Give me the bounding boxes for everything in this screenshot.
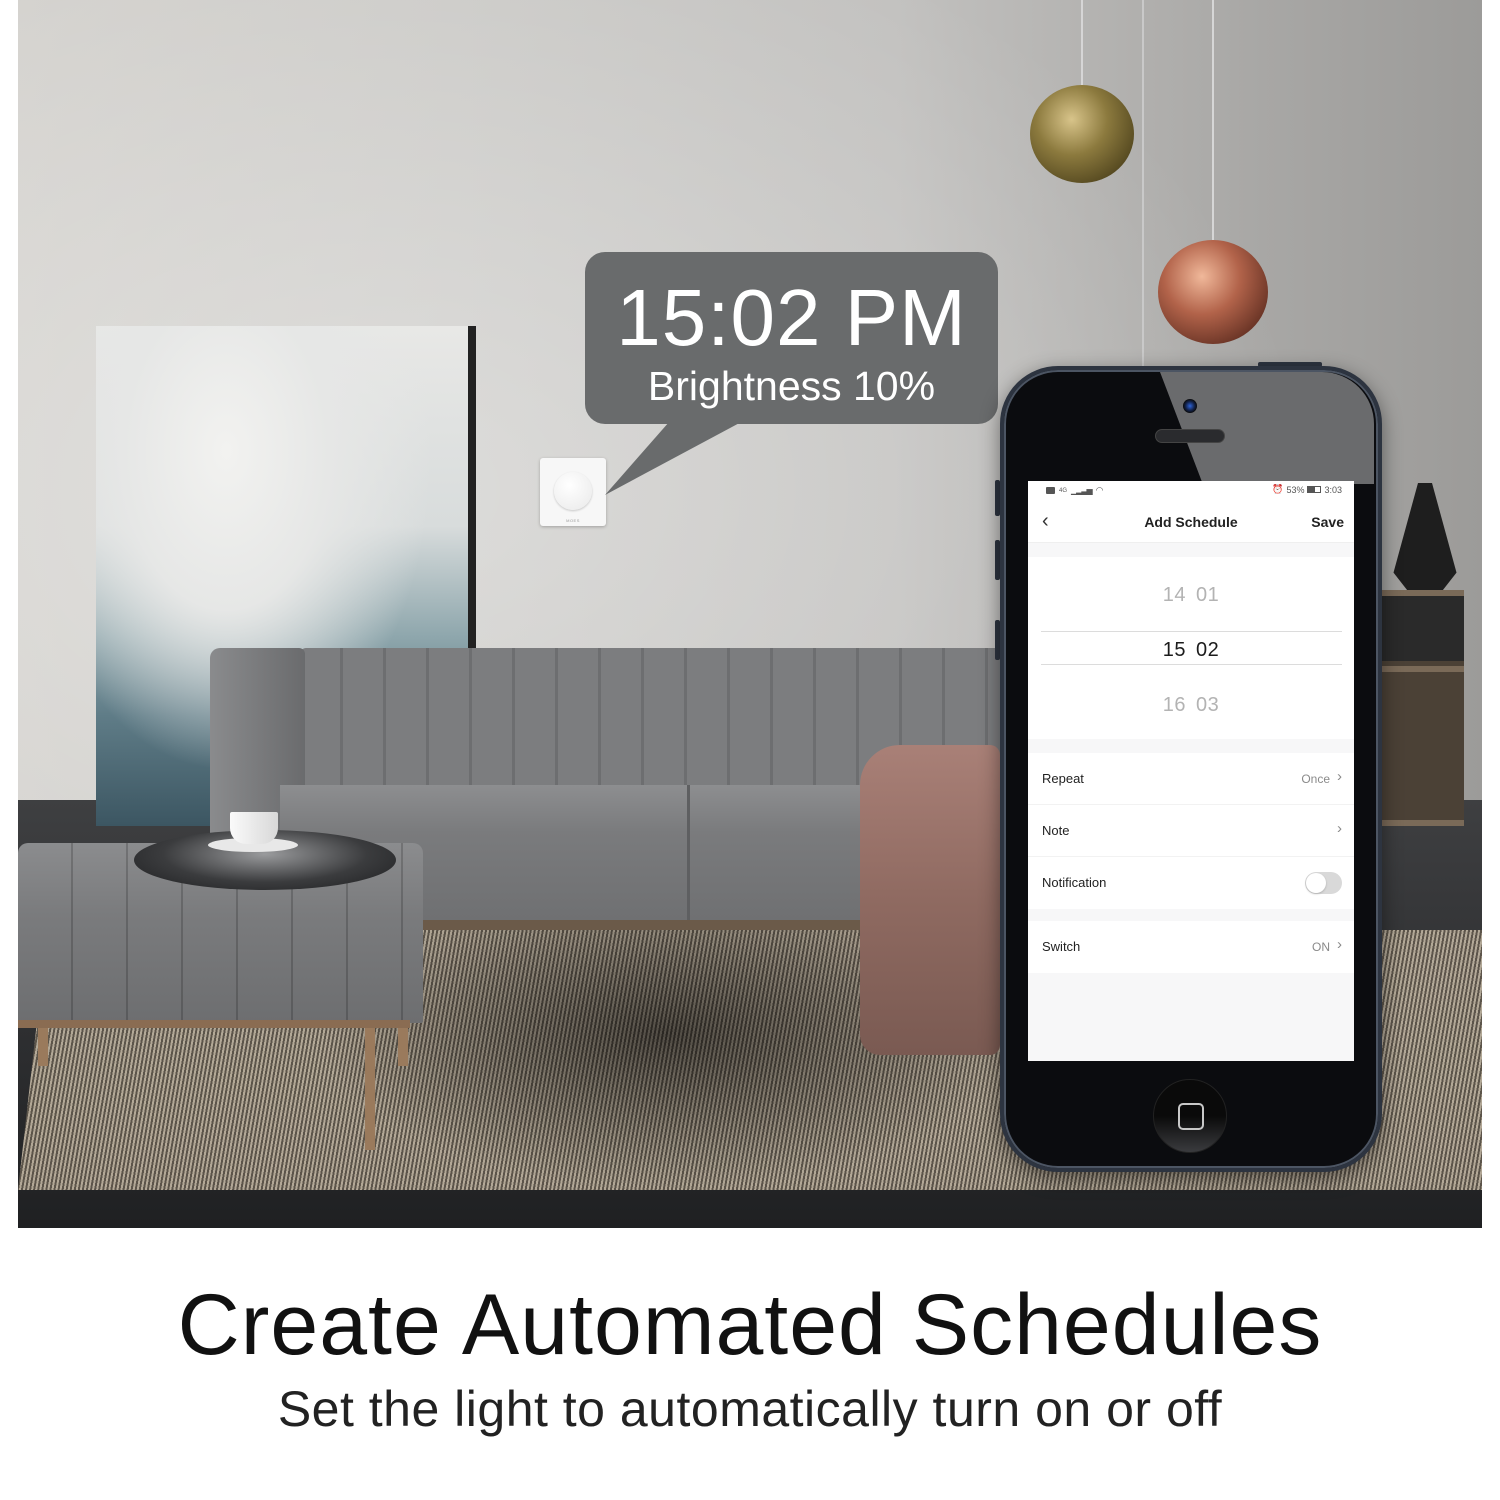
picker-selection-line xyxy=(1041,631,1342,632)
chevron-right-icon: › xyxy=(1337,936,1342,953)
status-left: 4G ▁▂▃▅ ◠ xyxy=(1046,485,1103,496)
minute-value: 03 xyxy=(1196,694,1220,716)
battery-fill xyxy=(1308,487,1315,492)
ottoman-frame xyxy=(18,1020,410,1028)
wall-dimmer-switch: MOES xyxy=(540,458,606,526)
note-label: Note xyxy=(1042,823,1070,838)
home-button[interactable] xyxy=(1153,1079,1227,1153)
speech-bubble: 15:02 PM Brightness 10% xyxy=(585,252,998,424)
hour-value: 14 xyxy=(1162,584,1186,606)
dimmer-knob xyxy=(554,472,592,510)
time-picker[interactable]: 14 01 15 02 16 03 xyxy=(1028,557,1354,739)
alarm-icon: ⏰ xyxy=(1272,484,1284,494)
coffee-cup xyxy=(230,812,278,844)
battery-icon xyxy=(1307,486,1322,493)
caption-title: Create Automated Schedules xyxy=(177,1277,1323,1373)
repeat-value: Once xyxy=(1301,772,1330,786)
repeat-label: Repeat xyxy=(1042,771,1084,786)
minute-value: 01 xyxy=(1196,584,1220,606)
copper-pendant-lamp xyxy=(1158,240,1268,344)
home-square-icon xyxy=(1178,1103,1204,1130)
lamp-cord xyxy=(1212,0,1214,242)
brightness-label: Brightness 10% xyxy=(647,363,936,409)
picker-row-previous[interactable]: 14 01 xyxy=(1028,584,1354,607)
dimmer-brand-label: MOES xyxy=(566,518,580,523)
caption-subtitle: Set the light to automatically turn on o… xyxy=(277,1381,1223,1437)
app-screen: 4G ▁▂▃▅ ◠ ⏰ 53% 3:03 ‹ Add Schedule Save… xyxy=(1028,481,1354,1061)
minute-value: 02 xyxy=(1196,639,1220,661)
gold-pendant-lamp xyxy=(1030,85,1134,183)
notification-row: Notification xyxy=(1028,857,1354,909)
chevron-right-icon: › xyxy=(1337,820,1342,837)
clock: 3:03 xyxy=(1324,484,1342,495)
schedule-options: Repeat Once › Note › Notification xyxy=(1028,753,1354,909)
status-bar: 4G ▁▂▃▅ ◠ ⏰ 53% 3:03 xyxy=(1028,481,1354,499)
battery-percent: 53% xyxy=(1286,484,1305,495)
notification-label: Notification xyxy=(1042,875,1107,890)
sofa-seat-divider xyxy=(687,785,690,920)
note-row[interactable]: Note › xyxy=(1028,805,1354,857)
hd-icon xyxy=(1046,487,1055,494)
switch-options: Switch ON › xyxy=(1028,921,1354,973)
earpiece-speaker xyxy=(1155,429,1225,443)
picker-selection-line xyxy=(1041,664,1342,665)
throw-blanket xyxy=(860,745,1000,1055)
ottoman-leg xyxy=(365,1028,375,1150)
lamp-cord xyxy=(1081,0,1083,88)
4g-signal-icon: 4G xyxy=(1059,487,1068,494)
ottoman-leg xyxy=(398,1028,408,1066)
hour-value: 15 xyxy=(1162,639,1186,661)
page-title: Add Schedule xyxy=(1144,514,1238,530)
nav-bar: ‹ Add Schedule Save xyxy=(1028,499,1354,543)
wifi-icon: ◠ xyxy=(1095,485,1104,495)
chevron-right-icon: › xyxy=(1337,768,1342,785)
switch-row[interactable]: Switch ON › xyxy=(1028,921,1354,973)
front-camera-icon xyxy=(1183,399,1197,413)
ottoman-leg xyxy=(38,1028,48,1066)
status-right: ⏰ 53% 3:03 xyxy=(1272,484,1342,495)
signal-bars-icon: ▁▂▃▅ xyxy=(1071,486,1093,495)
repeat-row[interactable]: Repeat Once › xyxy=(1028,753,1354,805)
picker-row-next[interactable]: 16 03 xyxy=(1028,694,1354,717)
schedule-time-label: 15:02 PM xyxy=(616,273,967,362)
hour-value: 16 xyxy=(1162,694,1186,716)
switch-label: Switch xyxy=(1042,939,1081,954)
picker-row-selected[interactable]: 15 02 xyxy=(1028,639,1354,662)
notification-toggle[interactable] xyxy=(1305,872,1342,894)
save-button[interactable]: Save xyxy=(1311,514,1344,530)
switch-value: ON xyxy=(1312,940,1330,954)
toggle-knob xyxy=(1306,873,1326,893)
lamp-cord xyxy=(1142,0,1144,368)
